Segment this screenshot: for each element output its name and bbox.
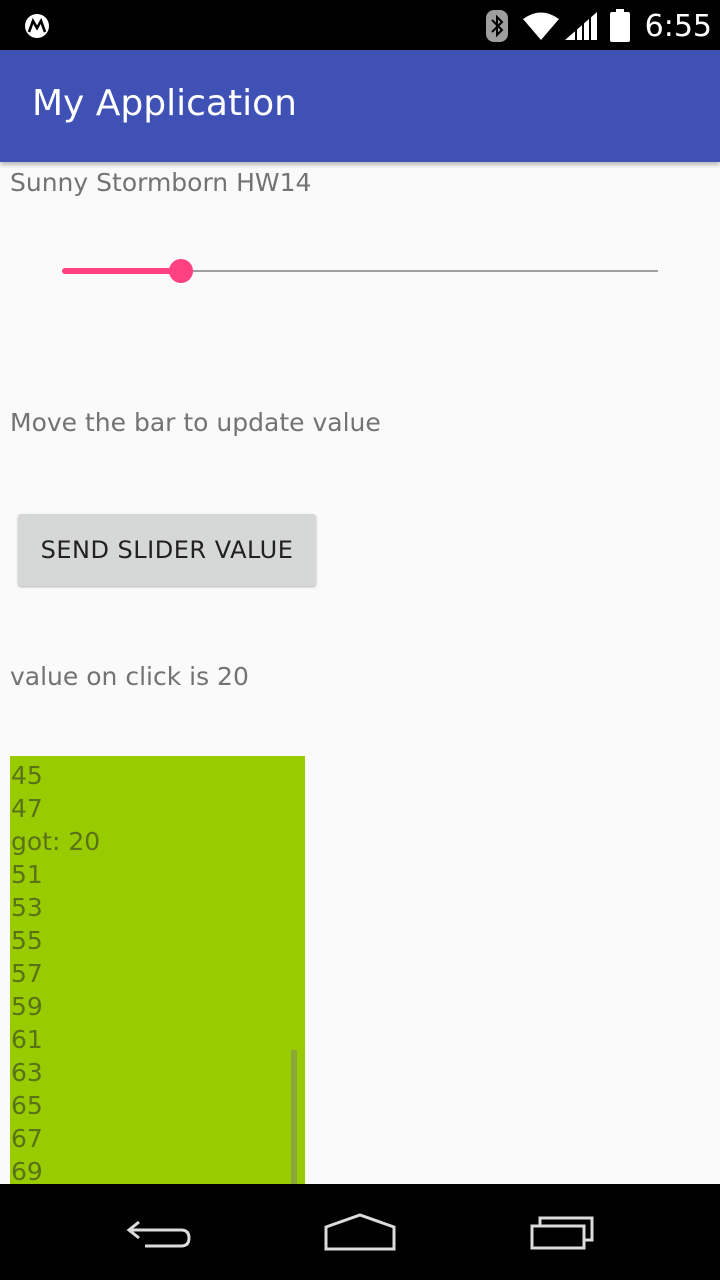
log-box[interactable]: 45 47 got: 20 51 53 55 57 59 61 63 65 67 69	[10, 756, 305, 1184]
wifi-icon	[522, 12, 559, 40]
status-time: 6:55	[644, 8, 712, 44]
log-line: 53	[11, 893, 43, 922]
slider-thumb[interactable]	[169, 259, 193, 283]
nav-bar	[0, 1184, 720, 1280]
app-bar: My Application	[0, 50, 720, 162]
value-slider[interactable]	[62, 256, 658, 286]
log-line: 69	[11, 1157, 43, 1184]
back-button[interactable]	[120, 1208, 200, 1256]
log-line: 65	[11, 1091, 43, 1120]
log-line: 55	[11, 926, 43, 955]
hint-text: Move the bar to update value	[10, 408, 381, 437]
header-text: Sunny Stormborn HW14	[10, 168, 312, 197]
bluetooth-icon	[485, 10, 508, 42]
battery-icon	[609, 9, 630, 42]
signal-icon	[564, 12, 597, 40]
home-button[interactable]	[320, 1208, 400, 1256]
log-line: got: 20	[11, 827, 101, 856]
back-icon	[126, 1220, 191, 1248]
log-line: 59	[11, 992, 43, 1021]
status-bar: 6:55	[0, 0, 720, 50]
home-icon	[324, 1213, 396, 1251]
log-line: 51	[11, 860, 43, 889]
main-content: Sunny Stormborn HW14 Move the bar to upd…	[0, 162, 720, 1184]
send-slider-value-button[interactable]: SEND SLIDER VALUE	[18, 514, 316, 586]
recents-icon	[530, 1216, 594, 1250]
log-line: 47	[11, 794, 43, 823]
log-line: 61	[11, 1025, 43, 1054]
value-text: value on click is 20	[10, 662, 249, 691]
log-scrollbar[interactable]	[291, 1050, 297, 1184]
log-line: 57	[11, 959, 43, 988]
slider-fill	[62, 268, 181, 274]
log-line: 45	[11, 761, 43, 790]
status-icons: 6:55	[483, 6, 712, 46]
recents-button[interactable]	[522, 1208, 602, 1256]
log-list: 45 47 got: 20 51 53 55 57 59 61 63 65 67 69	[11, 759, 100, 1184]
log-line: 67	[11, 1124, 43, 1153]
motorola-logo-icon	[25, 14, 49, 38]
app-title: My Application	[32, 83, 297, 124]
log-line: 63	[11, 1058, 43, 1087]
